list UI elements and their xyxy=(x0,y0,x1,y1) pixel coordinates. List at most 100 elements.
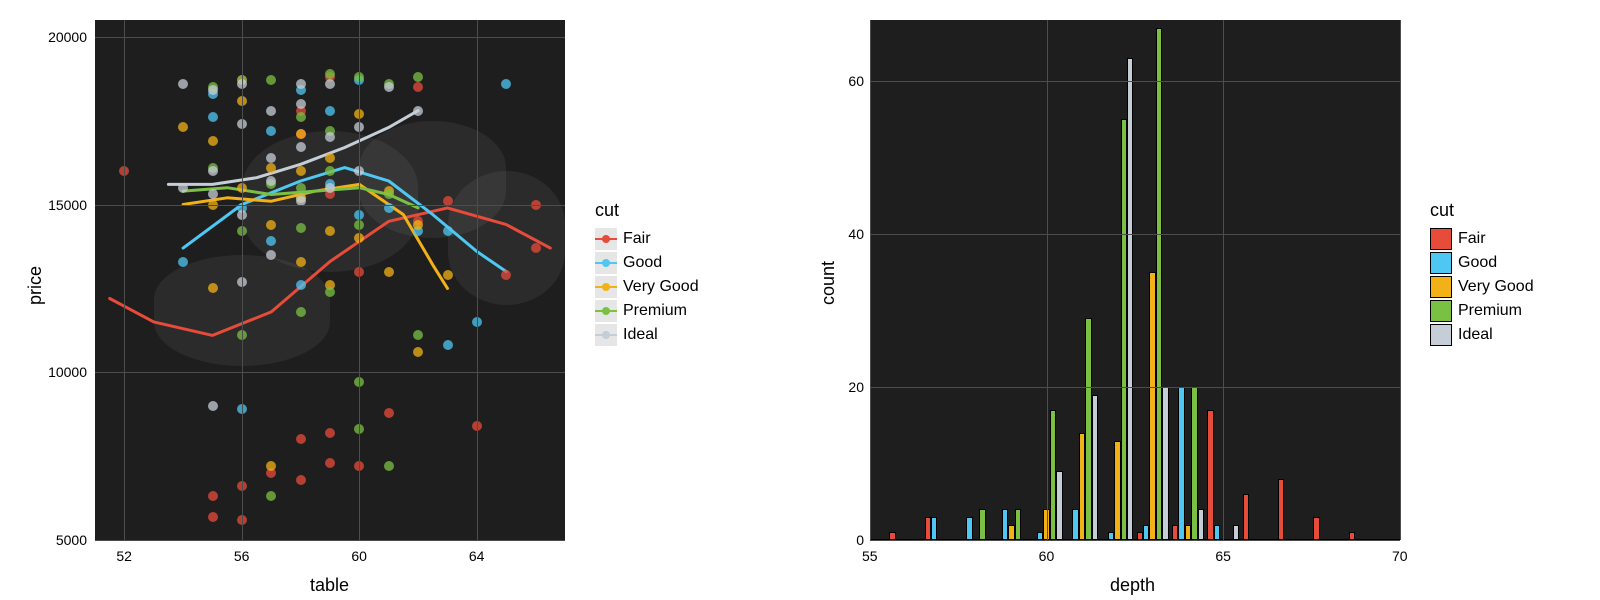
legend-item: Premium xyxy=(595,299,699,323)
scatter-point xyxy=(178,79,188,89)
bar xyxy=(1243,494,1249,540)
legend-label: Fair xyxy=(1458,230,1486,248)
x-tick-label: 64 xyxy=(469,548,485,564)
bar xyxy=(979,509,985,540)
smooth-line xyxy=(183,168,506,272)
scatter-point xyxy=(413,347,423,357)
scatter-point xyxy=(266,163,276,173)
scatter-point xyxy=(384,267,394,277)
y-tick-label: 40 xyxy=(840,226,864,242)
legend-swatch-icon xyxy=(1430,300,1452,322)
scatter-point xyxy=(208,112,218,122)
bar xyxy=(1313,517,1319,540)
scatter-point xyxy=(266,126,276,136)
scatter-legend: cut FairGoodVery GoodPremiumIdeal xyxy=(595,200,699,347)
bar xyxy=(1127,58,1133,540)
legend-swatch-icon xyxy=(1430,324,1452,346)
scatter-point xyxy=(266,461,276,471)
bar xyxy=(1178,387,1184,540)
figure-pair: price table 52566064 5000100001500020000… xyxy=(0,0,1600,600)
bar xyxy=(889,532,895,540)
scatter-point xyxy=(208,85,218,95)
legend-item: Very Good xyxy=(595,275,699,299)
scatter-point xyxy=(296,183,306,193)
bar xyxy=(1056,471,1062,540)
scatter-x-axis-title: table xyxy=(310,575,349,596)
legend-label: Premium xyxy=(1458,302,1522,320)
scatter-point xyxy=(384,82,394,92)
scatter-point xyxy=(296,223,306,233)
y-tick-label: 20 xyxy=(840,379,864,395)
scatter-point xyxy=(266,176,276,186)
bar-x-axis-title: depth xyxy=(1110,575,1155,596)
bar xyxy=(1207,410,1213,540)
legend-swatch-icon xyxy=(1430,252,1452,274)
scatter-point xyxy=(208,136,218,146)
scatter-point xyxy=(266,236,276,246)
legend-swatch-icon xyxy=(595,300,617,322)
legend-title: cut xyxy=(595,200,699,221)
legend-label: Ideal xyxy=(623,326,658,344)
scatter-point xyxy=(208,166,218,176)
bar xyxy=(966,517,972,540)
x-tick-label: 60 xyxy=(351,548,367,564)
scatter-point xyxy=(325,287,335,297)
scatter-point xyxy=(325,132,335,142)
scatter-point xyxy=(208,512,218,522)
legend-item: Good xyxy=(1430,251,1534,275)
scatter-point xyxy=(266,106,276,116)
legend-swatch-icon xyxy=(1430,228,1452,250)
scatter-point xyxy=(325,183,335,193)
scatter-point xyxy=(384,189,394,199)
scatter-point xyxy=(501,79,511,89)
scatter-point xyxy=(296,112,306,122)
bar xyxy=(1349,532,1355,540)
scatter-point xyxy=(296,99,306,109)
smooth-line xyxy=(168,111,418,185)
legend-item: Premium xyxy=(1430,299,1534,323)
scatter-point xyxy=(208,189,218,199)
legend-swatch-icon xyxy=(595,324,617,346)
legend-item: Good xyxy=(595,251,699,275)
bar xyxy=(1162,387,1168,540)
scatter-point xyxy=(384,461,394,471)
x-tick-label: 55 xyxy=(862,548,878,564)
x-tick-label: 52 xyxy=(116,548,132,564)
scatter-point xyxy=(325,69,335,79)
scatter-point xyxy=(413,106,423,116)
scatter-point xyxy=(443,340,453,350)
scatter-point xyxy=(325,106,335,116)
scatter-point xyxy=(325,166,335,176)
scatter-point xyxy=(208,401,218,411)
bar xyxy=(931,517,937,540)
scatter-point xyxy=(296,79,306,89)
x-tick-label: 65 xyxy=(1215,548,1231,564)
legend-swatch-icon xyxy=(595,228,617,250)
x-tick-label: 60 xyxy=(1039,548,1055,564)
legend-label: Ideal xyxy=(1458,326,1493,344)
bar xyxy=(1233,525,1239,540)
scatter-point xyxy=(266,220,276,230)
scatter-point xyxy=(266,491,276,501)
legend-title: cut xyxy=(1430,200,1534,221)
bar xyxy=(1015,509,1021,540)
scatter-point xyxy=(266,250,276,260)
y-tick-label: 0 xyxy=(840,532,864,548)
y-tick-label: 10000 xyxy=(37,364,87,380)
x-tick-label: 56 xyxy=(234,548,250,564)
scatter-point xyxy=(325,458,335,468)
legend-label: Good xyxy=(1458,254,1497,272)
scatter-point xyxy=(384,408,394,418)
scatter-point xyxy=(178,183,188,193)
scatter-point xyxy=(325,79,335,89)
legend-swatch-icon xyxy=(1430,276,1452,298)
x-tick-label: 70 xyxy=(1392,548,1408,564)
scatter-point xyxy=(443,270,453,280)
scatter-point xyxy=(208,283,218,293)
scatter-point xyxy=(413,220,423,230)
y-tick-label: 15000 xyxy=(37,197,87,213)
bar-panel: count depth cut FairGoodVery GoodPremium… xyxy=(800,0,1600,600)
scatter-point xyxy=(296,475,306,485)
bar xyxy=(1092,395,1098,540)
scatter-point xyxy=(501,270,511,280)
